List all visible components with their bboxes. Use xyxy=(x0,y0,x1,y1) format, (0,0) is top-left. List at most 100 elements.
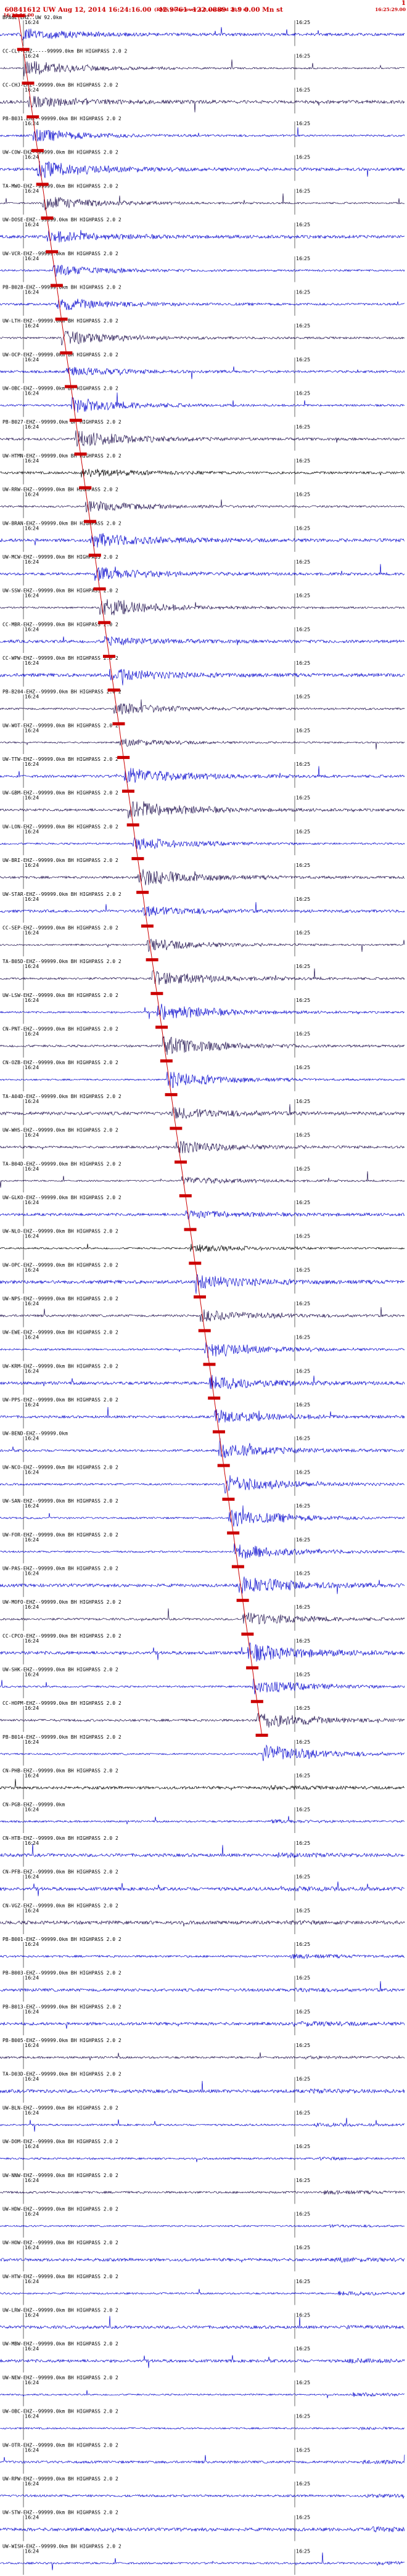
waveform xyxy=(0,193,405,211)
time-tick-label: 16:24 xyxy=(25,1705,39,1711)
waveform xyxy=(0,298,405,310)
waveform xyxy=(0,230,405,243)
trace-label: TA-D03D-EHZ--99999.0km BH HIGHPASS 2.0 2 xyxy=(2,2072,121,2077)
time-tick-label: 16:25 xyxy=(296,2548,310,2554)
time-tick-label: 16:24 xyxy=(25,2245,39,2250)
time-tick-label: 16:25 xyxy=(296,492,310,498)
trace-label: CC-HOPM-EHZ--99999.0km BH HIGHPASS 2.0 2 xyxy=(2,1700,121,1706)
trace-row: CC-MBR-EHZ--99999.0km BH HIGHPASS 2.0 21… xyxy=(0,621,405,653)
waveform xyxy=(0,366,405,379)
trace-row: CN-PNT-EHZ--99999.0km BH HIGHPASS 2.0 21… xyxy=(0,1025,405,1058)
time-tick-label: 16:25 xyxy=(296,188,310,194)
waveform xyxy=(0,1881,405,1897)
trace-row: PB-B031.EHZ--99999.0km BH HIGHPASS 2.0 2… xyxy=(0,115,405,147)
waveform xyxy=(0,1072,405,1088)
trace-row: TA-MWO-EHZ--99999.0km BH HIGHPASS 2.0 21… xyxy=(0,183,405,215)
time-tick-label: 16:25 xyxy=(296,660,310,666)
trace-row: UW-HDW-EHZ--99999.0km BH HIGHPASS 2.0 21… xyxy=(0,2206,405,2238)
time-tick-label: 16:25 xyxy=(296,930,310,935)
time-tick-label: 16:24 xyxy=(25,2515,39,2521)
time-tick-label: 16:24 xyxy=(25,1166,39,1171)
trace-row: CC-CHJ-EHZ--99999.0km BH HIGHPASS 2.0 21… xyxy=(0,81,405,114)
waveform xyxy=(0,2552,405,2570)
waveform xyxy=(0,1036,405,1056)
trace-label: UW-RPW-EHZ--99999.0km BH HIGHPASS 2.0 2 xyxy=(2,2476,118,2482)
time-tick-label: 16:24 xyxy=(25,795,39,801)
time-tick-label: 16:25 xyxy=(296,54,310,59)
time-tick-label: 16:25 xyxy=(296,458,310,464)
trace-row: UW-VCR-EHZ--99999.0km BH HIGHPASS 2.0 21… xyxy=(0,250,405,282)
time-tick-label: 16:24 xyxy=(25,492,39,498)
trace-label: UW-VCR-EHZ--99999.0km BH HIGHPASS 2.0 2 xyxy=(2,251,118,256)
time-tick-label: 16:24 xyxy=(25,694,39,700)
waveform xyxy=(0,2080,405,2094)
waveform xyxy=(0,1678,405,1695)
time-tick-label: 16:24 xyxy=(25,1908,39,1913)
trace-row: CC-CPCO-EHZ--99999.0km BH HIGHPASS 2.0 2… xyxy=(0,1632,405,1665)
trace-row: UW-WISH-EHZ--99999.0km BH HIGHPASS 2.0 2… xyxy=(0,2543,405,2575)
trace-row: UW-OBC-EHZ--99999.0km BH HIGHPASS 2.0 21… xyxy=(0,2409,405,2440)
trace-label: UW-OTR-EHZ--99999.0km BH HIGHPASS 2.0 2 xyxy=(2,2442,118,2448)
trace-label: UW-NEW-EHZ--99999.0km BH HIGHPASS 2.0 2 xyxy=(2,2375,118,2381)
waveform xyxy=(0,2223,405,2228)
waveform xyxy=(0,1274,405,1294)
trace-label: PB-B027-EHZ--99999.0km BH HIGHPASS 2.0 2 xyxy=(2,419,121,425)
trace-label: UW-SAN-EHZ--99999.0km BH HIGHPASS 2.0 2 xyxy=(2,1498,118,1504)
waveform xyxy=(0,96,405,113)
time-tick-label: 16:24 xyxy=(25,1807,39,1812)
waveform xyxy=(0,2355,405,2368)
time-tick-label: 16:25 xyxy=(296,1267,310,1273)
trace-row: UW-RRW-EHZ--99999.0km BH HIGHPASS 2.0 21… xyxy=(0,486,405,519)
time-tick-label: 16:25 xyxy=(296,795,310,801)
waveform xyxy=(0,2020,405,2029)
waveform xyxy=(0,1438,405,1459)
time-tick-label: 16:24 xyxy=(25,593,39,599)
time-tick-label: 16:24 xyxy=(25,289,39,295)
trace-label: UW-BRAN-EHZ--99999.0km BH HIGHPASS 2.0 2 xyxy=(2,520,121,526)
trace-label: UW-KRM-EHZ--99999.0km BH HIGHPASS 2.0 2 xyxy=(2,1363,118,1369)
time-tick-label: 16:24 xyxy=(25,155,39,160)
time-tick-label: 16:25 xyxy=(296,1807,310,1812)
time-tick-label: 16:24 xyxy=(25,626,39,632)
waveform xyxy=(0,330,405,346)
time-tick-label: 16:25 xyxy=(296,2043,310,2048)
time-tick-label: 16:25 xyxy=(296,1335,310,1340)
trace-label: UW-BLN-EHZ--99999.0km BH HIGHPASS 2.0 2 xyxy=(2,2105,118,2110)
time-tick-label: 16:25 xyxy=(296,2380,310,2385)
trace-label: UW-LON-EHZ--99999.0km BH HIGHPASS 2.0 2 xyxy=(2,824,118,829)
trace-label: PB-B005-EHZ--99999.0km BH HIGHPASS 2.0 2 xyxy=(2,2038,121,2043)
time-tick-label: 16:24 xyxy=(25,829,39,834)
trace-label: UW-EWE-EHZ--99999.0km BH HIGHPASS 2.0 2 xyxy=(2,1330,118,1335)
trace-row: CN-PGB-EHZ--99999.0km16:24 16:25 xyxy=(0,1802,405,1833)
time-tick-label: 16:24 xyxy=(25,2178,39,2183)
time-tick-label: 16:24 xyxy=(25,1368,39,1374)
waveform xyxy=(0,869,405,885)
trace-row: CN-VGZ-EHZ--99999.0km BH HIGHPASS 2.0 21… xyxy=(0,1903,405,1934)
trace-row: UW-STW-EHZ--99999.0km BH HIGHPASS 2.0 21… xyxy=(0,2510,405,2541)
trace-label: TA-A04D-EHZ--99999.0km BH HIGHPASS 2.0 2 xyxy=(2,1094,121,1099)
trace-row: PB-B027-EHZ--99999.0km BH HIGHPASS 2.0 2… xyxy=(0,419,405,451)
time-tick-label: 16:24 xyxy=(25,2110,39,2115)
waveform xyxy=(0,2117,405,2132)
trace-row: UW-SHK-EHZ--99999.0km BH HIGHPASS 2.0 21… xyxy=(0,1666,405,1699)
time-tick-label: 16:24 xyxy=(25,998,39,1003)
trace-label: UW-STAR-EHZ--99999.0km BH HIGHPASS 2.0 2 xyxy=(2,892,121,897)
time-tick-label: 16:25 xyxy=(296,1773,310,1779)
time-tick-label: 16:24 xyxy=(25,1133,39,1138)
trace-label: UW-DOM-EHZ--99999.0km BH HIGHPASS 2.0 2 xyxy=(2,2139,118,2144)
trace-row: CC-HOPM-EHZ--99999.0km BH HIGHPASS 2.0 2… xyxy=(0,1700,405,1732)
trace-row: PB-B001-EHZ--99999.0km BH HIGHPASS 2.0 2… xyxy=(0,1937,405,1968)
trace-label: TA-B04D-EHZ--99999.0km BH HIGHPASS 2.0 2 xyxy=(2,1161,121,1167)
time-tick-label: 16:25 xyxy=(296,2447,310,2453)
trace-row: UW-LRW-EHZ--99999.0km BH HIGHPASS 2.0 21… xyxy=(0,2308,405,2339)
waveform xyxy=(0,801,405,819)
time-tick-label: 16:25 xyxy=(296,1436,310,1442)
trace-label: CN-OZB-EHZ--99999.0km BH HIGHPASS 2.0 2 xyxy=(2,1060,118,1065)
waveform xyxy=(0,2052,405,2061)
trace-label: UW-HTMN-EHZ--99999.0km BH HIGHPASS 2.0 2 xyxy=(2,453,121,459)
time-tick-label: 16:24 xyxy=(25,863,39,868)
time-tick-label: 16:25 xyxy=(296,2245,310,2250)
waveform xyxy=(0,1375,405,1390)
time-tick-label: 16:25 xyxy=(296,2279,310,2284)
trace-row: UW-DOM-EHZ--99999.0km BH HIGHPASS 2.0 21… xyxy=(0,2139,405,2170)
